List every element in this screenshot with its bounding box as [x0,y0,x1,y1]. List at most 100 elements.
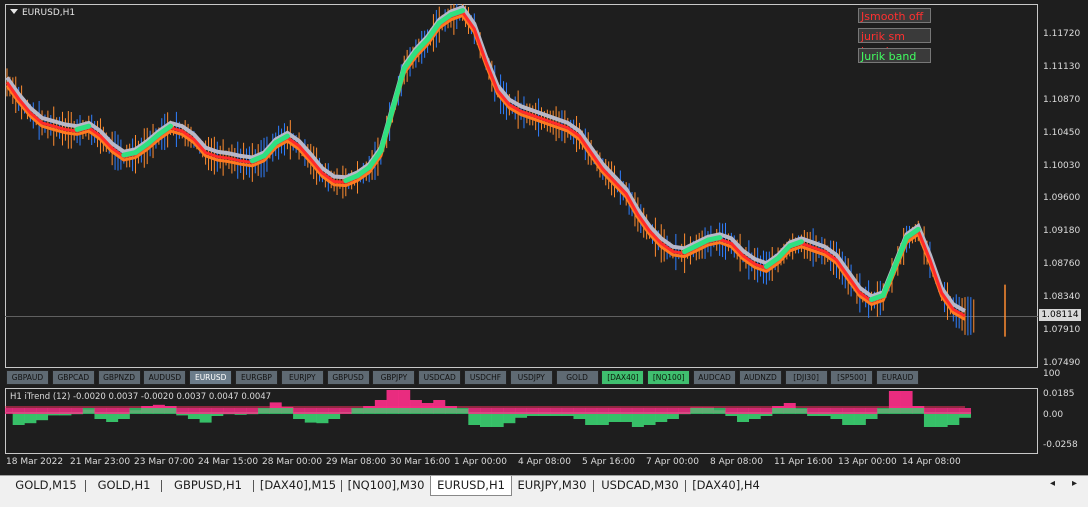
indicator-bar-secondary [538,408,551,414]
symbol-button[interactable]: EURJPY [280,370,324,385]
symbol-button[interactable]: EURGBP [235,370,278,385]
indicator-bar-secondary [374,408,387,414]
jurik-band-up-segment [705,235,723,243]
indicator-bar-secondary [912,408,925,414]
chart-tab[interactable]: GOLD,M15 [6,476,86,496]
chart-tab[interactable]: GBPUSD,H1 [162,476,254,496]
indicator-bar-secondary [713,408,726,414]
indicator-bar-secondary [737,408,750,414]
indicator-bar-secondary [830,408,843,414]
symbol-text: EURUSD,H1 [22,8,76,18]
symbol-button[interactable]: EURUSD [189,370,233,385]
indicator-bar-secondary [152,408,165,414]
symbol-button[interactable]: GOLD [555,370,599,385]
current-price-label: 1.08114 [1039,309,1081,321]
price-tick: 1.10870 [1043,95,1081,105]
symbol-button[interactable]: EURAUD [876,370,920,385]
indicator-bar-secondary [643,408,656,414]
indicator-bar-secondary [748,408,761,414]
chart-window[interactable]: EURUSD,H1 Jsmooth off jurik sm bandJurik … [0,0,1088,475]
indicator-bar-secondary [526,408,539,414]
indicator-bar-secondary [269,408,282,414]
indicator-tick: 100 [1043,369,1061,379]
indicator-bar-secondary [141,408,154,414]
tab-scroll-left-icon[interactable]: ◂ [1050,478,1055,489]
indicator-bar-secondary [678,408,691,414]
time-tick: 8 Apr 08:00 [710,457,763,467]
indicator-bar-secondary [690,408,703,414]
indicator-bar-secondary [608,408,621,414]
indicator-bar-secondary [585,408,598,414]
price-tick: 1.11130 [1043,62,1081,72]
price-tick: 1.10450 [1043,128,1081,138]
indicator-bar-secondary [655,408,668,414]
indicator-bar-secondary [24,408,37,414]
symbol-label[interactable]: EURUSD,H1 [10,8,75,18]
symbol-button[interactable]: AUDNZD [738,370,782,385]
dropdown-triangle-icon[interactable] [10,9,18,14]
indicator-bar-secondary [503,408,516,414]
indicator-bar-secondary [129,408,142,414]
indicator-bar-secondary [398,408,411,414]
indicator-bar-secondary [47,408,60,414]
symbol-button[interactable]: GBPUSD [326,370,370,385]
time-tick: 28 Mar 00:00 [262,457,323,467]
symbol-button[interactable]: [DJI30] [784,370,828,385]
chart-tab[interactable]: [NQ100],M30 [342,476,430,496]
indicator-bar-secondary [772,408,785,414]
indicator-bar-secondary [900,408,913,414]
legend-item[interactable]: jurik sm band [858,28,931,58]
indicator-bar-secondary [561,408,574,414]
chart-tab[interactable]: [DAX40],M15 [254,476,342,496]
indicator-bar-secondary [316,408,329,414]
time-tick: 7 Apr 00:00 [646,457,699,467]
symbol-button[interactable]: [DAX40] [601,370,645,385]
symbol-button[interactable]: [SP500] [830,370,874,385]
symbol-button[interactable]: USDCAD [418,370,462,385]
legend-item[interactable]: Jsmooth off [858,8,931,23]
indicator-bar-secondary [550,408,563,414]
indicator-bar-secondary [456,408,469,414]
price-tick: 1.11720 [1043,29,1081,39]
indicator-bar-secondary [211,408,224,414]
symbol-button[interactable]: USDCHF [464,370,507,385]
time-tick: 13 Apr 00:00 [838,457,897,467]
chart-tab[interactable]: [DAX40],H4 [686,476,766,496]
symbol-button[interactable]: [NQ100] [647,370,691,385]
indicator-bar-secondary [246,408,259,414]
chart-tab[interactable]: GOLD,H1 [86,476,162,496]
symbol-button[interactable]: AUDUSD [143,370,187,385]
indicator-label: H1 iTrend (12) -0.0020 0.0037 -0.0020 0.… [10,392,272,402]
indicator-bar-secondary [293,408,306,414]
indicator-bar-secondary [304,408,317,414]
indicator-bar-secondary [959,408,971,414]
indicator-bar-secondary [842,408,855,414]
chart-tab[interactable]: EURJPY,M30 [510,476,594,496]
indicator-bar-secondary [935,408,948,414]
chart-tab[interactable]: EURUSD,H1 [430,476,512,496]
time-tick: 30 Mar 16:00 [390,457,451,467]
chart-tab-bar: GOLD,M15 GOLD,H1 GBPUSD,H1 [DAX40],M15 [NQ10… [0,475,1088,507]
indicator-bar-secondary [923,408,936,414]
indicator-bar-secondary [433,408,446,414]
symbol-button[interactable]: AUDCAD [693,370,736,385]
symbol-button[interactable]: GBPCAD [51,370,95,385]
price-tick: 1.08760 [1043,259,1081,269]
symbol-button[interactable]: USDJPY [509,370,553,385]
indicator-bar-secondary [71,408,84,414]
indicator-bar [935,412,948,427]
indicator-bar-secondary [725,408,738,414]
price-tick: 1.08340 [1043,292,1081,302]
time-tick: 14 Apr 08:00 [902,457,961,467]
symbol-button[interactable]: GBPJPY [372,370,416,385]
indicator-bar [631,412,644,427]
symbol-button[interactable]: GBPNZD [97,370,141,385]
indicator-bar-secondary [573,408,586,414]
symbol-button[interactable]: GBPAUD [6,370,49,385]
indicator-bar-secondary [94,408,107,414]
tab-scroll-right-icon[interactable]: ▸ [1072,478,1077,489]
legend-item[interactable]: Jurik band [858,48,931,63]
price-tick: 1.09600 [1043,193,1081,203]
indicator-bar-secondary [409,408,422,414]
chart-tab[interactable]: USDCAD,M30 [594,476,686,496]
